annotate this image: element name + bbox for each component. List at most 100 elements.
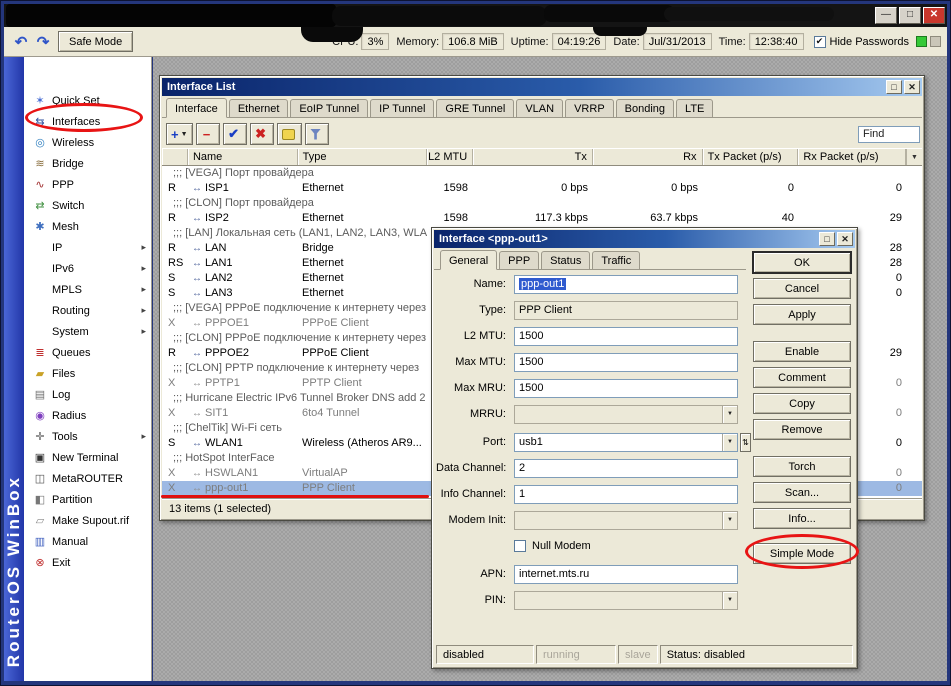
modem-init-combo[interactable]: ▼ [514,511,738,530]
tab[interactable]: LTE [676,99,713,118]
sidebar-item[interactable]: ▥ Manual [24,531,151,552]
max-mru-input[interactable]: 1500 [514,379,738,398]
dialog-button[interactable]: Comment [753,367,851,388]
redo-button[interactable]: ↷ [32,31,54,53]
tab[interactable]: PPP [499,251,539,270]
sidebar-item[interactable]: ◎ Wireless [24,132,151,153]
null-modem-checkbox[interactable] [514,540,526,552]
column-header-name[interactable]: Name [188,149,298,165]
sidebar-item[interactable]: ▣ New Terminal [24,447,151,468]
tab[interactable]: Traffic [592,251,640,270]
chevron-down-icon[interactable]: ▼ [722,512,737,529]
action-button[interactable]: ✔ [223,123,247,145]
row-rx: 0 bps [594,181,704,196]
close-button[interactable]: ✕ [923,7,945,24]
tab[interactable]: Ethernet [229,99,289,118]
sidebar-item[interactable]: ▱ Make Supout.rif [24,510,151,531]
data-channel-input[interactable]: 2 [514,459,738,478]
chevron-down-icon[interactable]: ▼ [722,434,737,451]
column-header-tx-packet[interactable]: Tx Packet (p/s) [703,149,799,165]
action-button[interactable] [305,123,329,145]
max-mtu-input[interactable]: 1500 [514,353,738,372]
chevron-down-icon[interactable]: ▼ [722,406,737,423]
restore-button[interactable]: □ [886,80,902,94]
safe-mode-button[interactable]: Safe Mode [58,31,133,52]
apn-input[interactable]: internet.mts.ru [514,565,738,584]
dialog-button[interactable]: Remove [753,419,851,440]
tab[interactable]: VRRP [565,99,614,118]
action-button[interactable]: ✖ [250,123,274,145]
sidebar-item[interactable]: ⇄ Switch [24,195,151,216]
interface-list-titlebar[interactable]: Interface List □ ✕ [162,78,922,96]
column-header-tx[interactable]: Tx [473,149,593,165]
minimize-button[interactable]: — [875,7,897,24]
row-name: ↔WLAN1 [188,436,298,451]
tab[interactable]: IP Tunnel [370,99,434,118]
dialog-button[interactable]: Torch [753,456,851,477]
sidebar-item[interactable]: ≋ Bridge [24,153,151,174]
sidebar-item[interactable]: ⊗ Exit [24,552,151,573]
l2mtu-input[interactable]: 1500 [514,327,738,346]
app-titlebar[interactable]: — □ ✕ [4,4,947,27]
sidebar-item[interactable]: System ▸ [24,321,151,342]
sidebar-item[interactable]: ≣ Queues [24,342,151,363]
sidebar-item[interactable]: ▰ Files [24,363,151,384]
tab[interactable]: Status [541,251,590,270]
mrru-combo[interactable]: ▼ [514,405,738,424]
undo-button[interactable]: ↶ [10,31,32,53]
restore-button[interactable]: □ [819,232,835,246]
name-input[interactable]: ppp-out1 [514,275,738,294]
tab[interactable]: Interface [166,98,227,118]
tab[interactable]: Bonding [616,99,674,118]
close-icon[interactable]: ✕ [904,80,920,94]
sidebar-item[interactable]: IP ▸ [24,237,151,258]
tab[interactable]: GRE Tunnel [436,99,514,118]
row-tx-packet [682,196,778,211]
sidebar-item[interactable]: ◫ MetaROUTER [24,468,151,489]
column-selector-button[interactable]: ▼ [906,149,922,165]
maximize-button[interactable]: □ [899,7,921,24]
dialog-button[interactable]: Info... [753,508,851,529]
tab[interactable]: VLAN [516,99,563,118]
tab[interactable]: EoIP Tunnel [290,99,368,118]
column-header-flags[interactable] [162,149,188,165]
tab[interactable]: General [440,250,497,270]
sidebar-item[interactable]: ◉ Radius [24,405,151,426]
column-header-rx-packet[interactable]: Rx Packet (p/s) [798,149,906,165]
sidebar-item[interactable]: ✛ Tools ▸ [24,426,151,447]
action-button[interactable]: − [196,123,220,145]
info-channel-input[interactable]: 1 [514,485,738,504]
column-header-type[interactable]: Type [298,149,428,165]
dialog-button[interactable]: Enable [753,341,851,362]
port-combo[interactable]: usb1 ▼ [514,433,738,452]
dialog-button[interactable]: Cancel [753,278,851,299]
dialog-titlebar[interactable]: Interface <ppp-out1> □ ✕ [434,230,855,248]
table-row[interactable]: R ↔ISP1 Ethernet 1598 0 bps 0 bps 0 0 [162,181,922,196]
column-header-rx[interactable]: Rx [593,149,703,165]
table-row[interactable]: R ↔ISP2 Ethernet 1598 117.3 kbps 63.7 kb… [162,211,922,226]
hide-passwords-checkbox[interactable]: ✔ [814,36,826,48]
dialog-button[interactable]: OK [753,252,851,273]
type-field-label: Type: [436,304,514,316]
sidebar-item[interactable]: Routing ▸ [24,300,151,321]
table-row[interactable]: ;;; [VEGA] Порт провайдера [162,166,922,181]
action-button[interactable]: + ▼ [166,123,193,145]
port-list-button[interactable]: ⇅ [740,433,751,452]
sidebar-item[interactable]: ◧ Partition [24,489,151,510]
dialog-button[interactable]: Scan... [753,482,851,503]
sidebar-item[interactable]: ∿ PPP [24,174,151,195]
sidebar-item[interactable]: MPLS ▸ [24,279,151,300]
table-row[interactable]: ;;; [CLON] Порт провайдера [162,196,922,211]
sidebar-item[interactable]: IPv6 ▸ [24,258,151,279]
column-header-l2mtu[interactable]: L2 MTU [427,149,473,165]
sidebar-item[interactable]: ▤ Log [24,384,151,405]
find-input[interactable]: Find [858,126,920,143]
action-button[interactable] [277,123,302,145]
sidebar-item[interactable]: ✱ Mesh [24,216,151,237]
close-icon[interactable]: ✕ [837,232,853,246]
dialog-button[interactable]: Apply [753,304,851,325]
dialog-tabs: General PPP Status Traffic [434,250,746,270]
chevron-down-icon[interactable]: ▼ [722,592,737,609]
dialog-button[interactable]: Copy [753,393,851,414]
pin-combo[interactable]: ▼ [514,591,738,610]
